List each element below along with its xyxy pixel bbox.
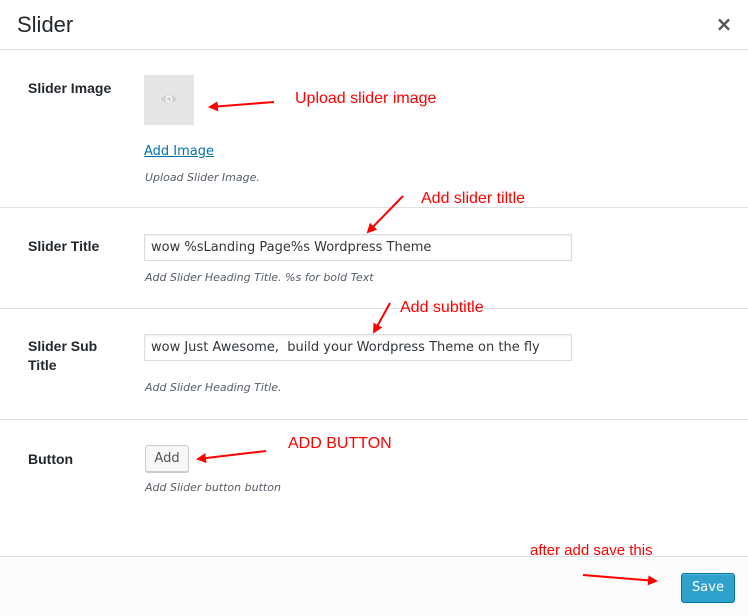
modal-footer [0, 556, 748, 616]
annotation-upload-image: Upload slider image [295, 90, 437, 107]
annotation-subtitle: Add subtitle [400, 299, 484, 316]
save-button[interactable]: Save [681, 573, 735, 603]
slider-subtitle-label: Slider Sub Title [28, 338, 98, 373]
add-button[interactable]: Add [145, 445, 189, 472]
arrow-to-add-button [196, 450, 267, 464]
slider-image-label: Slider Image [28, 80, 112, 96]
button-label: Button [28, 451, 74, 467]
annotation-slider-title: Add slider tiltle [421, 190, 526, 207]
slider-title-description: Add Slider Heading Title. %s for bold Te… [145, 271, 374, 284]
modal-title: Slider [17, 12, 74, 37]
button-description: Add Slider button button [145, 481, 281, 494]
slider-subtitle-description: Add Slider Heading Title. [145, 381, 282, 394]
add-image-link[interactable]: Add Image [144, 144, 214, 159]
close-icon[interactable]: × [714, 14, 734, 34]
slider-subtitle-input[interactable] [144, 334, 572, 361]
slider-image-description: Upload Slider Image. [145, 171, 260, 184]
modal-header: Slider × [0, 0, 748, 50]
slider-title-input[interactable] [144, 234, 572, 261]
annotation-save: after add save this [530, 542, 653, 559]
slider-image-row [0, 50, 748, 208]
slider-image-preview[interactable] [144, 75, 194, 125]
annotation-add-button: ADD BUTTON [288, 435, 392, 452]
slider-title-label: Slider Title [28, 238, 100, 254]
eye-icon [161, 95, 177, 103]
